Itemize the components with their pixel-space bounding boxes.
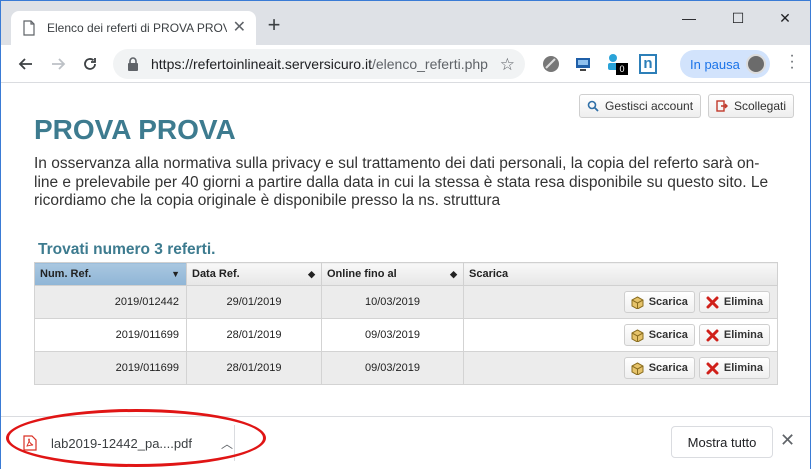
table-header-row: Num. Ref. ▼ Data Ref. ◆ Online fino al ◆ Sc… (34, 262, 778, 286)
page-title: PROVA PROVA (34, 114, 236, 145)
reload-icon (84, 58, 96, 70)
logout-button[interactable]: Scollegati (708, 94, 795, 118)
delete-x-icon (706, 296, 719, 308)
cell-online: 09/03/2019 (321, 351, 464, 385)
package-icon (631, 328, 644, 342)
table-row: 2019/011699 28/01/2019 09/03/2019 Scaric… (34, 318, 778, 352)
col-header-label: Data Ref. (192, 268, 240, 280)
bookmark-star-icon[interactable]: ☆ (500, 55, 515, 75)
delete-button[interactable]: Elimina (698, 291, 770, 313)
kebab-menu-icon[interactable]: · · · (782, 48, 802, 76)
results-count: Trovati numero 3 referti. (38, 241, 216, 258)
extension-monitor-icon[interactable] (574, 55, 592, 73)
delete-label: Elimina (723, 296, 763, 308)
show-all-button[interactable]: Mostra tutto (671, 426, 773, 458)
browser-window: Elenco dei referti di PROVA PROVA ✕ + — … (0, 0, 811, 469)
minimize-button[interactable]: — (669, 7, 709, 29)
cell-actions: Scarica Elimina (463, 285, 778, 319)
search-icon (587, 100, 599, 112)
maximize-button[interactable]: ☐ (718, 7, 758, 29)
red-annotation-ellipse (6, 409, 266, 467)
col-header-label: Online fino al (327, 268, 397, 280)
avatar (746, 54, 766, 74)
url-host: https://refertoinlineait.serversicuro.it (151, 56, 372, 72)
extension-badge-button[interactable]: 0 (606, 53, 632, 77)
forward-button[interactable] (45, 51, 71, 77)
cell-online: 10/03/2019 (321, 285, 464, 319)
browser-tab[interactable]: Elenco dei referti di PROVA PROVA ✕ (11, 11, 256, 45)
sort-down-icon: ▼ (171, 269, 180, 279)
delete-x-icon (706, 329, 719, 341)
delete-button[interactable]: Elimina (698, 357, 770, 379)
arrow-right-icon (52, 58, 66, 70)
logout-label: Scollegati (734, 99, 787, 113)
cell-num-ref: 2019/011699 (34, 318, 187, 352)
table-row: 2019/011699 28/01/2019 09/03/2019 Scaric… (34, 351, 778, 385)
delete-x-icon (706, 362, 719, 374)
cell-data-ref: 28/01/2019 (186, 318, 322, 352)
tab-strip: Elenco dei referti di PROVA PROVA ✕ + — … (1, 1, 810, 45)
extension-n-button[interactable]: n (639, 54, 657, 74)
address-bar[interactable]: https://refertoinlineait.serversicuro.it… (113, 49, 525, 79)
col-header-num-ref[interactable]: Num. Ref. ▼ (34, 262, 187, 286)
close-window-button[interactable]: ✕ (765, 7, 805, 29)
arrow-left-icon (18, 58, 32, 70)
download-label: Scarica (648, 362, 688, 374)
reload-button[interactable] (77, 51, 103, 77)
download-button[interactable]: Scarica (623, 357, 695, 379)
col-header-scarica: Scarica (463, 262, 778, 286)
download-button[interactable]: Scarica (623, 291, 695, 313)
lock-icon (128, 57, 138, 71)
package-icon (631, 295, 644, 309)
new-tab-button[interactable]: + (263, 14, 285, 37)
table-row: 2019/012442 29/01/2019 10/03/2019 Scaric… (34, 285, 778, 319)
page-content: Gestisci account Scollegati PROVA PROVA … (1, 84, 810, 416)
col-header-online[interactable]: Online fino al ◆ (321, 262, 464, 286)
document-icon (21, 20, 37, 36)
cell-actions: Scarica Elimina (463, 351, 778, 385)
cell-data-ref: 28/01/2019 (186, 351, 322, 385)
cell-data-ref: 29/01/2019 (186, 285, 322, 319)
profile-status: In pausa (690, 56, 740, 72)
url-text: https://refertoinlineait.serversicuro.it… (151, 56, 488, 72)
extension-globe-icon[interactable] (542, 55, 560, 73)
package-icon (631, 361, 644, 375)
col-header-label: Num. Ref. (40, 268, 92, 280)
download-label: Scarica (648, 329, 688, 341)
tab-title: Elenco dei referti di PROVA PROVA (47, 21, 227, 35)
cell-num-ref: 2019/012442 (34, 285, 187, 319)
url-path: /elenco_referti.php (371, 56, 488, 72)
privacy-notice: In osservanza alla normativa sulla priva… (34, 155, 769, 209)
delete-button[interactable]: Elimina (698, 324, 770, 346)
browser-toolbar: https://refertoinlineait.serversicuro.it… (1, 45, 810, 83)
cell-actions: Scarica Elimina (463, 318, 778, 352)
close-download-bar-icon[interactable]: ✕ (780, 430, 795, 451)
logout-icon (716, 100, 728, 112)
download-label: Scarica (648, 296, 688, 308)
cell-num-ref: 2019/011699 (34, 351, 187, 385)
profile-button[interactable]: In pausa (680, 50, 770, 78)
delete-label: Elimina (723, 329, 763, 341)
download-button[interactable]: Scarica (623, 324, 695, 346)
sort-both-icon: ◆ (308, 269, 315, 279)
tab-close-icon[interactable]: ✕ (233, 19, 246, 37)
col-header-data-ref[interactable]: Data Ref. ◆ (186, 262, 322, 286)
back-button[interactable] (13, 51, 39, 77)
extension-badge-count: 0 (616, 63, 628, 75)
manage-account-label: Gestisci account (605, 99, 694, 113)
delete-label: Elimina (723, 362, 763, 374)
referti-table: Num. Ref. ▼ Data Ref. ◆ Online fino al ◆ Sc… (34, 262, 778, 385)
sort-both-icon: ◆ (450, 269, 457, 279)
cell-online: 09/03/2019 (321, 318, 464, 352)
manage-account-button[interactable]: Gestisci account (579, 94, 702, 118)
col-header-label: Scarica (469, 268, 509, 280)
